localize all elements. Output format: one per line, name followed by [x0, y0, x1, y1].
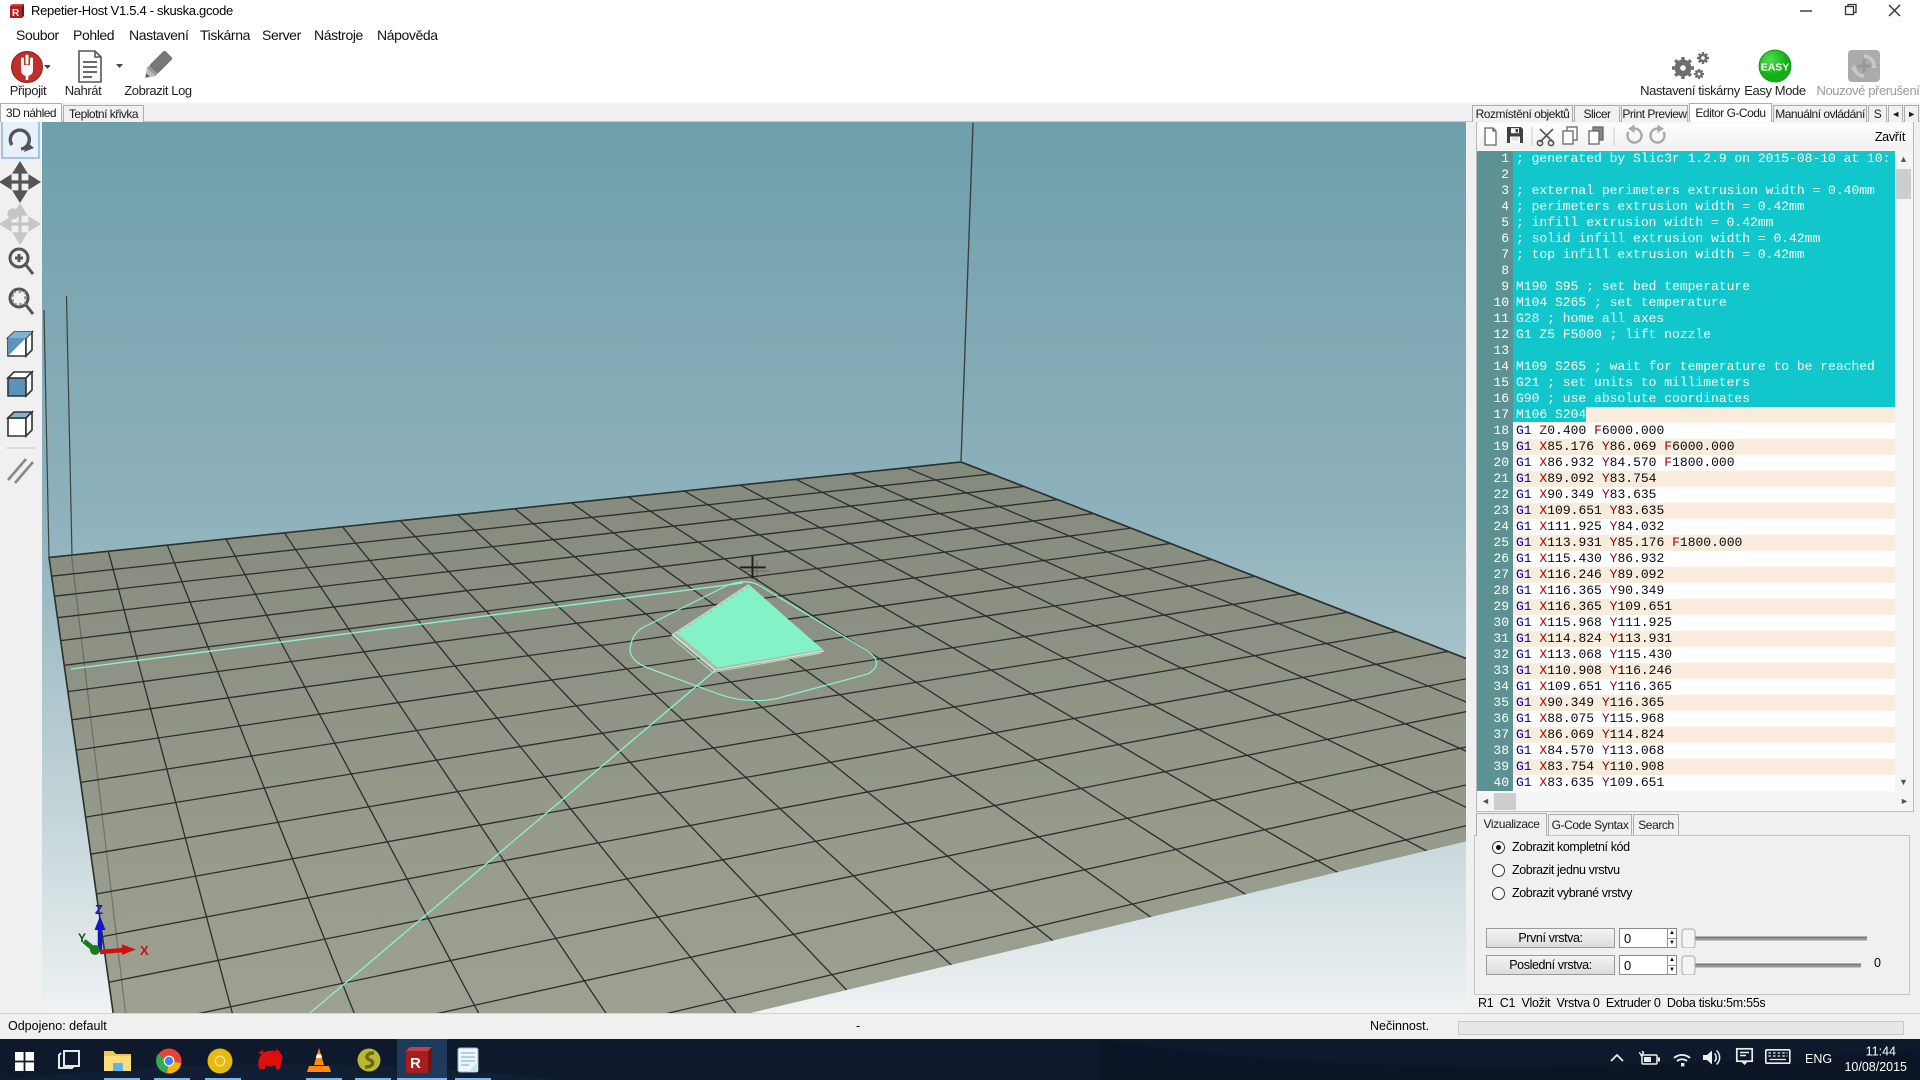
svg-text:Z: Z: [95, 902, 103, 917]
svg-text:10/08/2015: 10/08/2015: [1844, 1060, 1907, 1074]
svg-text:Y: Y: [78, 931, 86, 945]
svg-text:R: R: [12, 8, 20, 19]
svg-text:X: X: [140, 943, 149, 958]
svg-text:R: R: [410, 1055, 421, 1072]
svg-text:ENG: ENG: [1805, 1052, 1832, 1066]
svg-text:EASY: EASY: [1761, 62, 1790, 74]
svg-text:11:44: 11:44: [1866, 1045, 1896, 1059]
